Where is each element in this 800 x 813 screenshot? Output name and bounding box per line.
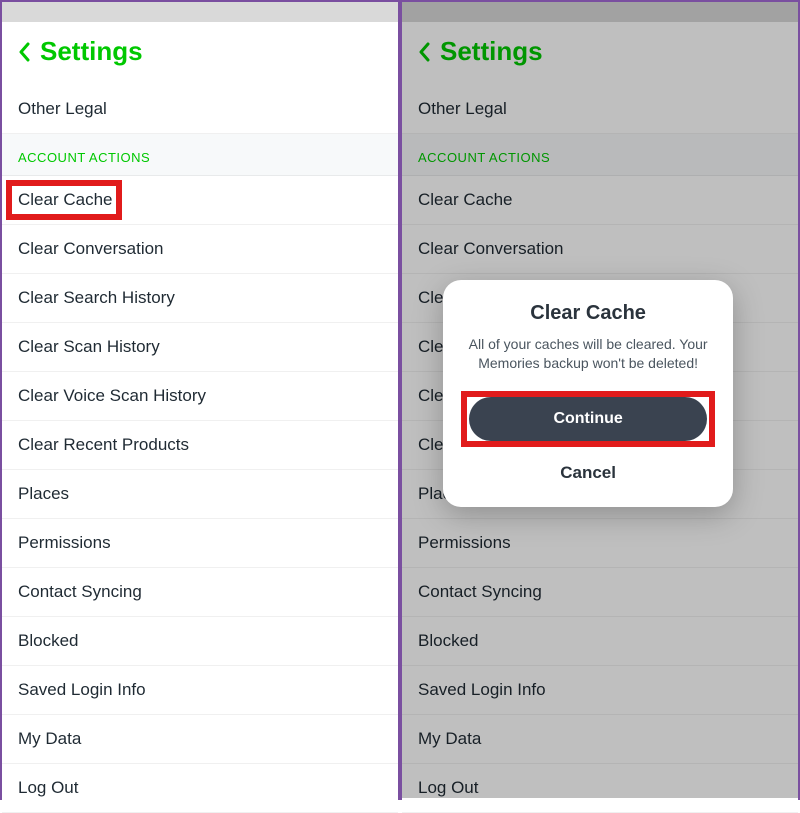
back-icon[interactable] [18,42,30,62]
settings-row-permissions[interactable]: Permissions [2,519,398,568]
settings-row-clear-search-history[interactable]: Clear Search History [2,274,398,323]
section-header-account-actions: ACCOUNT ACTIONS [2,134,398,176]
settings-row-clear-recent-products[interactable]: Clear Recent Products [2,421,398,470]
continue-button[interactable]: Continue [469,397,707,441]
settings-row-log-out[interactable]: Log Out [2,764,398,813]
pane-right: Settings Other Legal ACCOUNT ACTIONS Cle… [400,0,800,800]
settings-row-clear-cache[interactable]: Clear Cache [2,176,398,225]
continue-wrap: Continue [461,391,715,447]
settings-row-contact-syncing[interactable]: Contact Syncing [2,568,398,617]
clear-cache-dialog: Clear Cache All of your caches will be c… [443,280,733,507]
settings-row-blocked[interactable]: Blocked [2,617,398,666]
dialog-title: Clear Cache [461,302,715,325]
settings-row-my-data[interactable]: My Data [2,715,398,764]
settings-row-places[interactable]: Places [2,470,398,519]
status-bar [2,2,398,22]
page-title: Settings [40,36,143,67]
header: Settings [2,22,398,85]
pane-left: Settings Other Legal ACCOUNT ACTIONS Cle… [0,0,400,800]
settings-row-clear-voice-scan-history[interactable]: Clear Voice Scan History [2,372,398,421]
settings-row-clear-scan-history[interactable]: Clear Scan History [2,323,398,372]
settings-row-clear-conversation[interactable]: Clear Conversation [2,225,398,274]
settings-row-saved-login-info[interactable]: Saved Login Info [2,666,398,715]
settings-row-other-legal[interactable]: Other Legal [2,85,398,134]
cancel-button[interactable]: Cancel [461,457,715,483]
dialog-body: All of your caches will be cleared. Your… [461,335,715,373]
